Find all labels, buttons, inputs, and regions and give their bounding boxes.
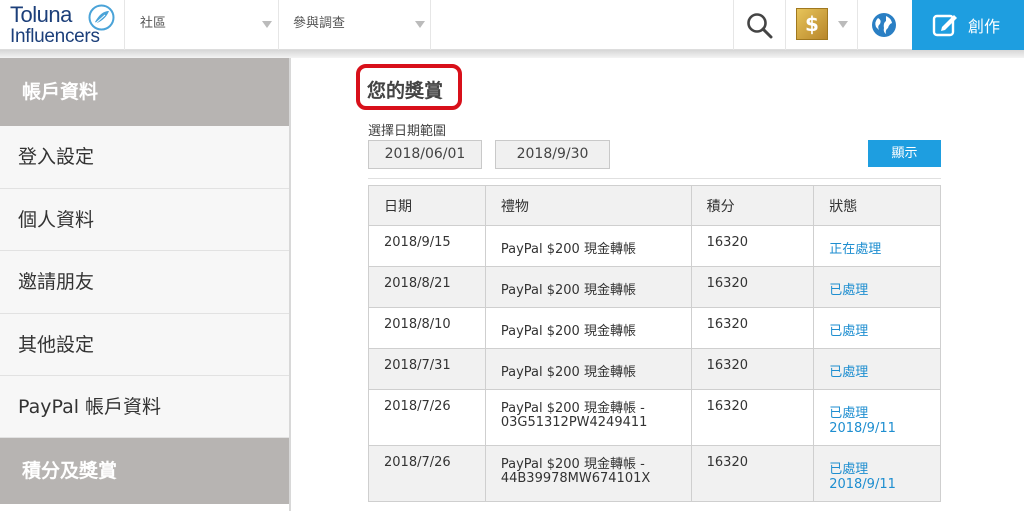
avatar[interactable]: $ — [796, 8, 828, 40]
header-separator — [124, 0, 125, 50]
status-text: 已處理 2018/9/11 — [829, 462, 896, 492]
logo-text-bottom: Influencers — [10, 26, 100, 47]
cell-date: 2018/7/26 — [368, 389, 486, 446]
avatar-glyph: $ — [805, 12, 819, 36]
cell-points: 16320 — [690, 348, 815, 390]
nav-surveys-label: 參與調查 — [293, 16, 346, 31]
toluna-logo[interactable]: Toluna Influencers — [8, 2, 120, 48]
gift-label: PayPal $200 現金轉帳 — [500, 324, 636, 339]
header-separator — [733, 0, 734, 50]
gift-code: 44B39978MW674101X — [500, 471, 651, 486]
cell-status-link[interactable]: 已處理 2018/9/11 — [813, 389, 941, 446]
cell-points: 16320 — [690, 266, 815, 308]
page-title: 您的獎賞 — [367, 80, 444, 102]
cell-gift: PayPal $200 現金轉帳 — [484, 307, 692, 349]
search-icon[interactable] — [745, 11, 773, 39]
logo-text-top: Toluna — [10, 2, 72, 27]
sidebar-item-login-settings[interactable]: 登入設定 — [0, 126, 289, 189]
sidebar-item-invite-friends[interactable]: 邀請朋友 — [0, 251, 289, 314]
cell-date: 2018/8/21 — [368, 266, 486, 308]
gift-label: PayPal $200 現金轉帳 - — [500, 457, 645, 472]
header-shadow — [0, 50, 1024, 58]
cell-gift: PayPal $200 現金轉帳 — [484, 225, 692, 267]
cell-status-link[interactable]: 已處理 — [813, 348, 941, 390]
status-text: 已處理 — [829, 283, 869, 298]
sidebar-item-paypal-account[interactable]: PayPal 帳戶資料 — [0, 376, 289, 438]
cell-gift: PayPal $200 現金轉帳 — [484, 348, 692, 390]
header-separator — [785, 0, 786, 50]
rewards-table: 日期 禮物 積分 狀態 2018/9/15 PayPal $200 現金轉帳 1… — [368, 185, 941, 502]
chevron-down-icon — [415, 21, 425, 28]
chevron-down-icon[interactable] — [838, 21, 848, 28]
nav-surveys-dropdown[interactable]: 參與調查 — [293, 0, 433, 50]
header-separator — [278, 0, 279, 50]
status-text: 已處理 — [829, 324, 869, 339]
cell-points: 16320 — [690, 445, 815, 502]
divider — [368, 178, 941, 179]
table-row: 2018/7/26 PayPal $200 現金轉帳 - 44B39978MW6… — [368, 445, 941, 502]
table-row: 2018/9/15 PayPal $200 現金轉帳 16320 正在處理 — [368, 225, 941, 267]
chevron-down-icon — [262, 21, 272, 28]
gift-code: 03G51312PW4249411 — [500, 415, 648, 430]
account-sidebar: 帳戶資料 登入設定 個人資料 邀請朋友 其他設定 PayPal 帳戶資料 積分及… — [0, 58, 290, 511]
status-text: 已處理 2018/9/11 — [829, 406, 896, 436]
gift-label: PayPal $200 現金轉帳 — [500, 242, 636, 257]
cell-status-link[interactable]: 正在處理 — [813, 225, 941, 267]
sidebar-item-other-settings[interactable]: 其他設定 — [0, 314, 289, 376]
gift-label: PayPal $200 現金轉帳 - — [500, 401, 645, 416]
date-from-input[interactable]: 2018/06/01 — [368, 140, 482, 169]
column-header-date: 日期 — [368, 185, 486, 226]
column-header-gift: 禮物 — [484, 185, 692, 226]
column-header-status: 狀態 — [813, 185, 941, 226]
cell-date: 2018/8/10 — [368, 307, 486, 349]
table-header-row: 日期 禮物 積分 狀態 — [368, 185, 941, 226]
cell-status-link[interactable]: 已處理 2018/9/11 — [813, 445, 941, 502]
nav-community-dropdown[interactable]: 社區 — [140, 0, 280, 50]
table-row: 2018/7/31 PayPal $200 現金轉帳 16320 已處理 — [368, 348, 941, 390]
nav-community-label: 社區 — [140, 16, 167, 31]
status-text: 已處理 — [829, 365, 869, 380]
cell-points: 16320 — [690, 389, 815, 446]
date-to-input[interactable]: 2018/9/30 — [495, 140, 610, 169]
cell-gift: PayPal $200 現金轉帳 - 44B39978MW674101X — [484, 445, 692, 502]
edit-icon — [932, 14, 957, 37]
create-button[interactable]: 創作 — [912, 0, 1024, 50]
table-row: 2018/8/21 PayPal $200 現金轉帳 16320 已處理 — [368, 266, 941, 308]
sidebar-header-account: 帳戶資料 — [0, 58, 289, 126]
date-range-label: 選擇日期範圍 — [368, 124, 447, 139]
leaf-logo-icon — [88, 4, 115, 31]
sidebar-item-personal-info[interactable]: 個人資料 — [0, 189, 289, 251]
cell-points: 16320 — [690, 225, 815, 267]
cell-points: 16320 — [690, 307, 815, 349]
globe-icon[interactable] — [870, 11, 898, 39]
table-row: 2018/8/10 PayPal $200 現金轉帳 16320 已處理 — [368, 307, 941, 349]
cell-gift: PayPal $200 現金轉帳 - 03G51312PW4249411 — [484, 389, 692, 446]
cell-gift: PayPal $200 現金轉帳 — [484, 266, 692, 308]
cell-date: 2018/7/26 — [368, 445, 486, 502]
top-header: Toluna Influencers 社區 參與調查 $ 創作 — [0, 0, 1024, 50]
column-header-points: 積分 — [690, 185, 815, 226]
sidebar-item-points-rewards[interactable]: 積分及獎賞 — [0, 438, 289, 504]
cell-date: 2018/7/31 — [368, 348, 486, 390]
header-separator — [430, 0, 431, 50]
gift-label: PayPal $200 現金轉帳 — [500, 365, 636, 380]
gift-label: PayPal $200 現金轉帳 — [500, 283, 636, 298]
status-text: 正在處理 — [829, 242, 882, 257]
create-label: 創作 — [968, 17, 1001, 36]
header-separator — [857, 0, 858, 50]
cell-status-link[interactable]: 已處理 — [813, 266, 941, 308]
table-row: 2018/7/26 PayPal $200 現金轉帳 - 03G51312PW4… — [368, 389, 941, 446]
cell-status-link[interactable]: 已處理 — [813, 307, 941, 349]
cell-date: 2018/9/15 — [368, 225, 486, 267]
show-button[interactable]: 顯示 — [868, 140, 941, 167]
